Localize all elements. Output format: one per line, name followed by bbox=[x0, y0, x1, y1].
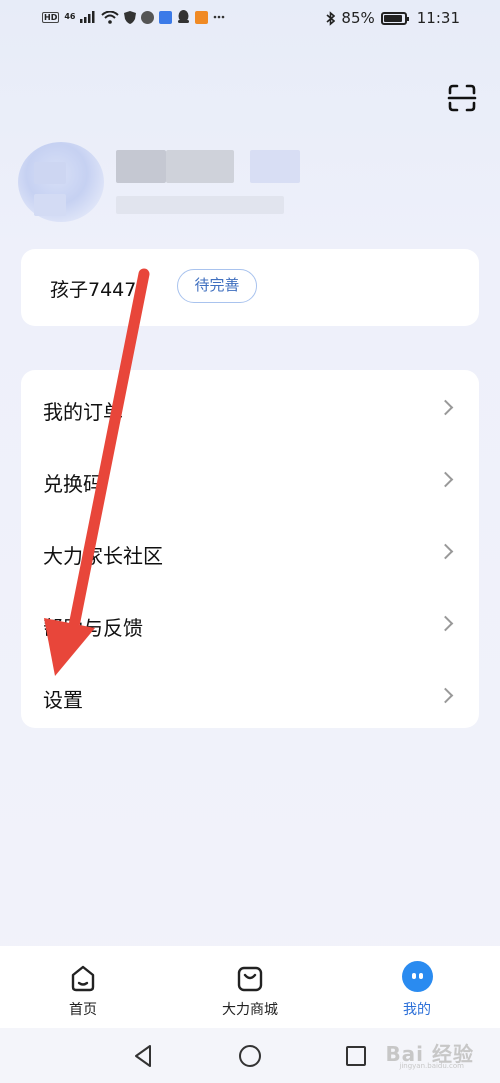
battery-percent: 85% bbox=[341, 9, 375, 27]
bottom-tab-bar: 首页 大力商城 我的 bbox=[0, 946, 500, 1028]
menu-item-parent-community[interactable]: 大力家长社区 bbox=[21, 516, 479, 588]
me-icon bbox=[402, 961, 433, 992]
menu-item-label: 帮助与反馈 bbox=[43, 616, 143, 640]
chevron-right-icon bbox=[437, 399, 454, 416]
home-nav-icon[interactable] bbox=[236, 1042, 264, 1070]
status-icons-right: 85% 11:31 bbox=[326, 9, 460, 27]
status-bar: HD 46 85% 11:31 bbox=[0, 0, 500, 38]
child-profile-card[interactable]: 孩子7447 待完善 bbox=[21, 249, 479, 326]
hd-icon: HD bbox=[42, 11, 60, 23]
tab-label: 我的 bbox=[403, 1002, 431, 1018]
chevron-right-icon bbox=[437, 687, 454, 704]
qq-icon bbox=[178, 10, 190, 23]
tab-home[interactable]: 首页 bbox=[28, 946, 138, 1028]
chevron-right-icon bbox=[437, 543, 454, 560]
menu-item-orders[interactable]: 我的订单 bbox=[21, 372, 479, 444]
menu-item-settings[interactable]: 设置 bbox=[21, 660, 479, 732]
more-notifications-icon bbox=[214, 15, 225, 19]
back-icon[interactable] bbox=[130, 1042, 158, 1070]
tab-label: 首页 bbox=[69, 1002, 97, 1018]
menu-item-label: 大力家长社区 bbox=[43, 544, 163, 568]
child-name: 孩子7447 bbox=[50, 279, 137, 301]
chevron-right-icon bbox=[437, 471, 454, 488]
shopping-bag-icon bbox=[237, 966, 263, 992]
bluetooth-icon bbox=[326, 10, 336, 26]
menu-item-label: 我的订单 bbox=[43, 400, 123, 424]
battery-icon bbox=[380, 11, 409, 25]
app-notification-icon bbox=[159, 10, 173, 24]
menu-item-label: 设置 bbox=[43, 688, 83, 712]
menu-item-redeem-code[interactable]: 兑换码 bbox=[21, 444, 479, 516]
tab-me[interactable]: 我的 bbox=[362, 946, 472, 1028]
signal-icon bbox=[80, 11, 95, 23]
network-type-label: 46 bbox=[64, 12, 76, 21]
menu-item-help-feedback[interactable]: 帮助与反馈 bbox=[21, 588, 479, 660]
status-icons-left: HD 46 bbox=[42, 10, 225, 24]
menu-card: 我的订单 兑换码 大力家长社区 帮助与反馈 设置 bbox=[21, 370, 479, 728]
music-app-icon bbox=[141, 10, 155, 24]
shield-icon bbox=[124, 10, 137, 24]
scan-icon bbox=[447, 84, 477, 112]
tab-label: 大力商城 bbox=[222, 1002, 278, 1018]
incomplete-profile-tag[interactable]: 待完善 bbox=[177, 269, 257, 303]
scan-button[interactable] bbox=[447, 83, 477, 113]
recents-icon[interactable] bbox=[342, 1042, 370, 1070]
watermark-url: jingyan.baidu.com bbox=[399, 1062, 464, 1070]
clock: 11:31 bbox=[416, 9, 460, 27]
home-icon bbox=[71, 965, 95, 992]
chevron-right-icon bbox=[437, 615, 454, 632]
tab-mall[interactable]: 大力商城 bbox=[195, 946, 305, 1028]
menu-item-label: 兑换码 bbox=[43, 472, 103, 496]
video-app-icon bbox=[195, 10, 209, 24]
wifi-icon bbox=[101, 10, 120, 24]
